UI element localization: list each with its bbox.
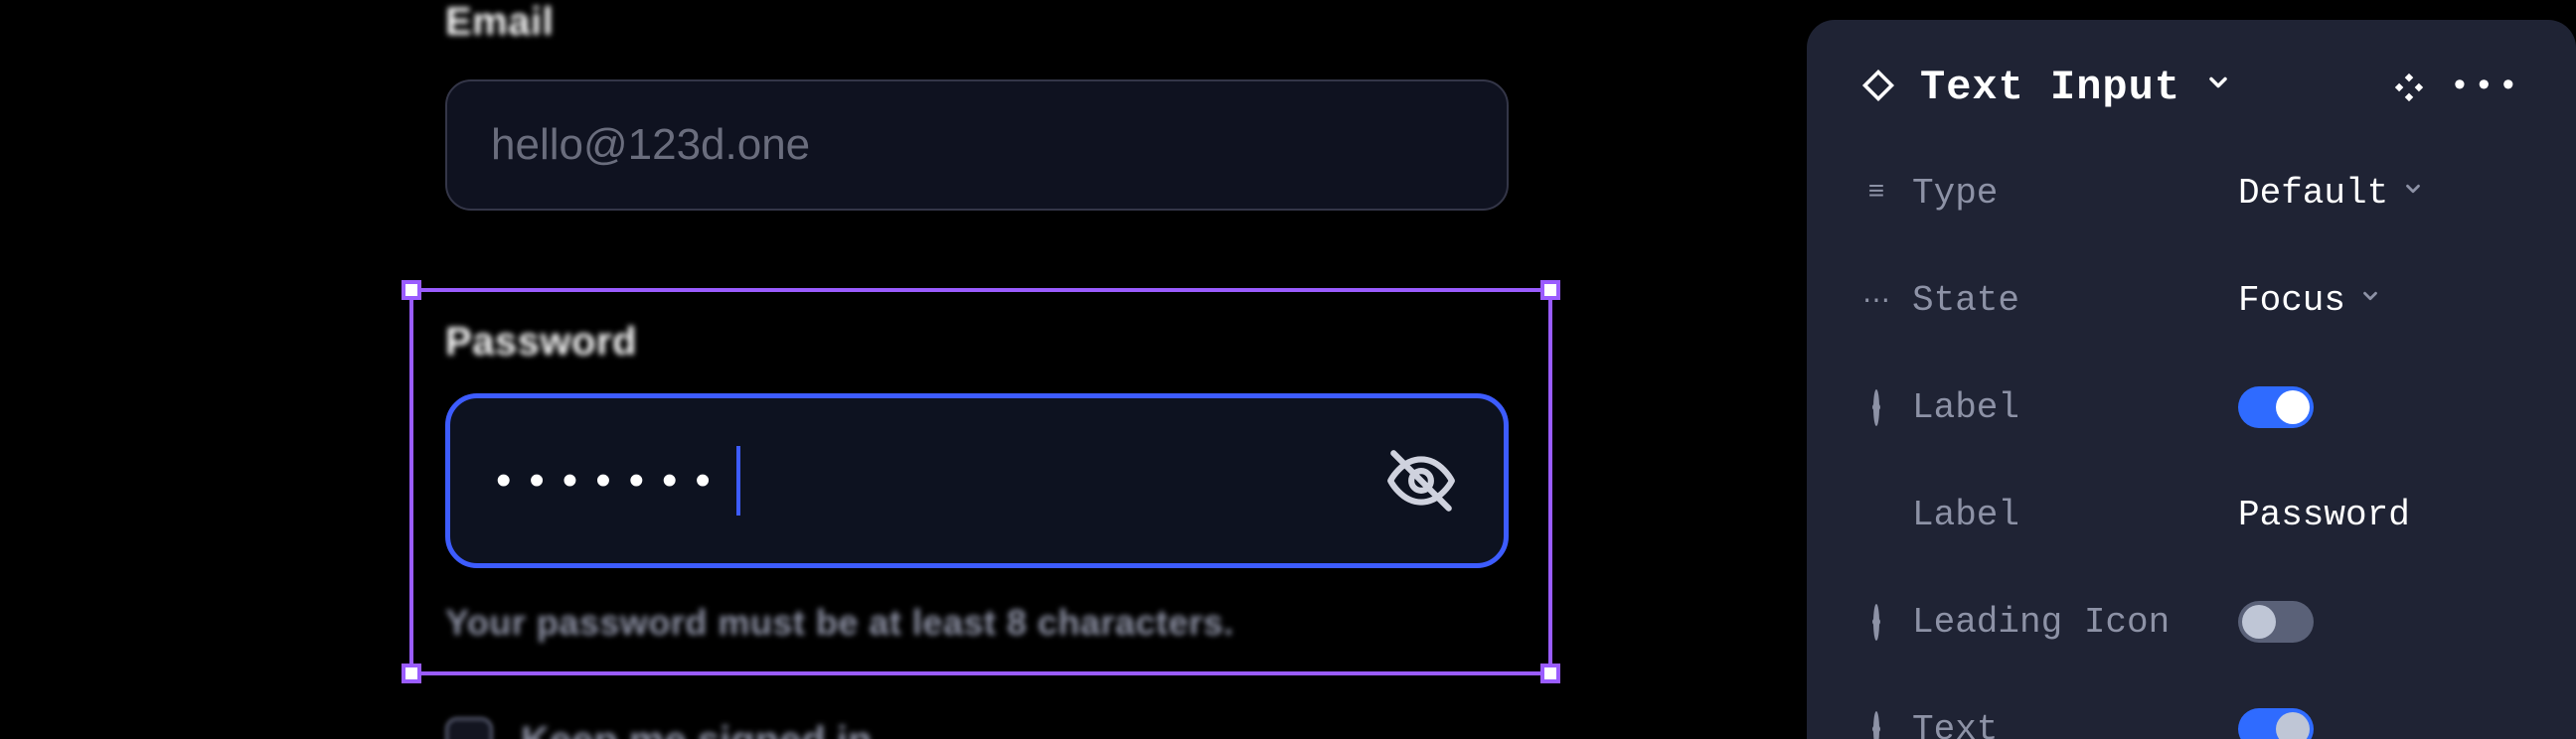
radio-icon — [1860, 392, 1892, 423]
password-label: Password — [445, 320, 637, 365]
label-toggle[interactable] — [2238, 386, 2314, 428]
selection-handle-bl[interactable] — [402, 664, 421, 683]
chevron-down-icon[interactable] — [2204, 69, 2232, 106]
component-icon — [1860, 68, 1896, 108]
prop-row-state[interactable]: ⋯ State Focus — [1860, 262, 2522, 338]
email-field[interactable]: hello@123d.one — [445, 79, 1509, 211]
dots-icon: ⋯ — [1860, 283, 1892, 318]
prop-row-text-toggle: Text — [1860, 691, 2522, 739]
prop-key: Label — [1912, 495, 2019, 535]
design-canvas: Email hello@123d.one Password ••••••• Yo… — [0, 0, 1600, 739]
radio-icon — [1860, 714, 1892, 739]
prop-row-leading-icon: Leading Icon — [1860, 584, 2522, 660]
prop-row-type[interactable]: ≡ Type Default — [1860, 155, 2522, 230]
text-caret — [736, 446, 740, 516]
prop-key: State — [1912, 280, 2019, 321]
more-icon[interactable]: ••• — [2450, 69, 2522, 106]
selection-handle-tr[interactable] — [1540, 280, 1560, 300]
keep-signed-in-label: Keep me signed in — [521, 719, 872, 739]
chevron-down-icon — [2359, 285, 2381, 316]
password-helper-text: Your password must be at least 8 charact… — [445, 602, 1234, 644]
prop-row-label-text[interactable]: Label Password — [1860, 477, 2522, 552]
password-masked-value: ••••••• — [496, 456, 728, 506]
eye-off-icon — [1384, 444, 1458, 517]
email-label: Email — [445, 0, 554, 45]
text-toggle[interactable] — [2238, 708, 2314, 739]
prop-value: Password — [2238, 495, 2410, 535]
password-field[interactable]: ••••••• — [445, 393, 1509, 568]
email-value: hello@123d.one — [491, 120, 810, 170]
prop-key: Leading Icon — [1912, 602, 2170, 643]
panel-title[interactable]: Text Input — [1920, 64, 2180, 111]
radio-icon — [1860, 607, 1892, 638]
variants-icon[interactable] — [2392, 71, 2426, 104]
prop-key: Text — [1912, 709, 1998, 739]
prop-value: Focus — [2238, 280, 2345, 321]
list-icon: ≡ — [1860, 178, 1892, 209]
prop-key: Type — [1912, 173, 1998, 214]
selection-handle-tl[interactable] — [402, 280, 421, 300]
component-inspector-panel: Text Input ••• ≡ Type Default ⋯ State — [1807, 20, 2576, 739]
panel-header: Text Input ••• — [1860, 64, 2522, 111]
prop-key: Label — [1912, 387, 2019, 428]
toggle-password-visibility[interactable] — [1384, 444, 1458, 517]
selection-handle-br[interactable] — [1540, 664, 1560, 683]
keep-signed-in-row: Keep me signed in — [445, 717, 872, 739]
chevron-down-icon — [2402, 178, 2424, 209]
prop-row-label-toggle: Label — [1860, 370, 2522, 445]
prop-value: Default — [2238, 173, 2388, 214]
keep-signed-in-checkbox[interactable] — [445, 717, 493, 739]
leading-icon-toggle[interactable] — [2238, 601, 2314, 643]
